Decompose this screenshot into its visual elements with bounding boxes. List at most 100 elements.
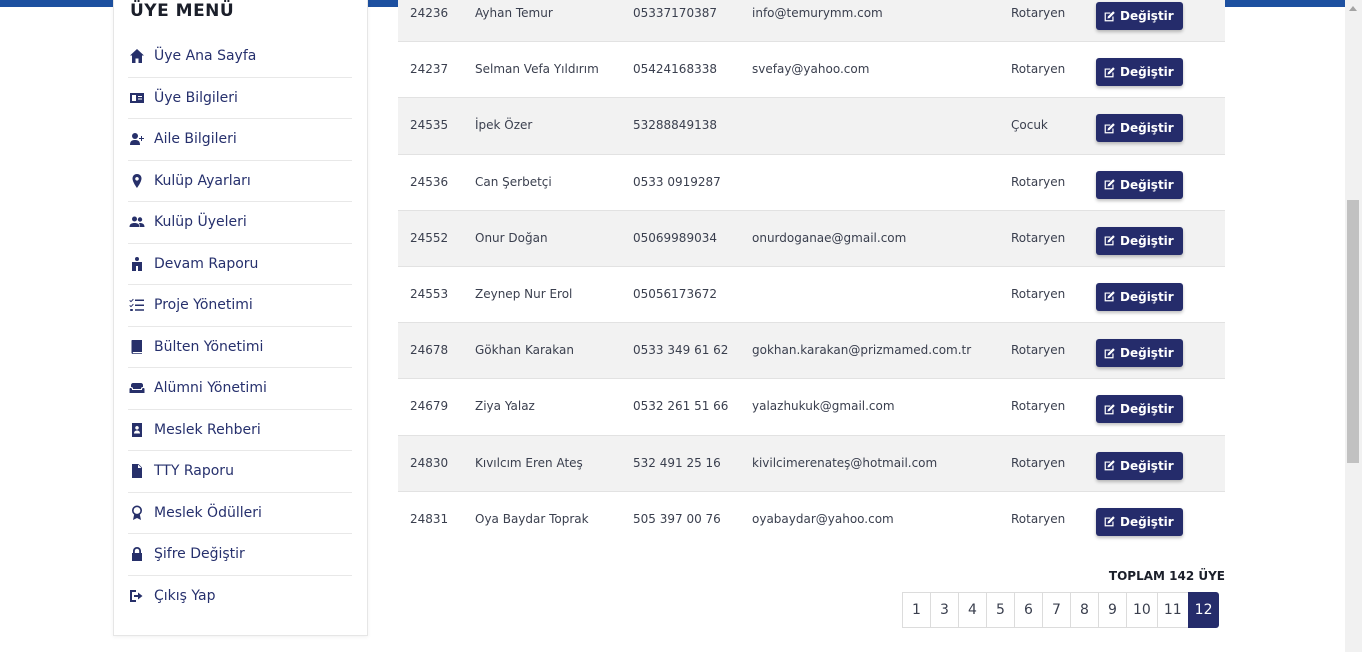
member-phone: 53288849138 [633, 97, 752, 155]
edit-button[interactable]: Değiştir [1096, 2, 1183, 30]
sidebar-item-label: Proje Yönetimi [154, 297, 253, 314]
member-email: info@temurymm.com [752, 0, 1011, 42]
page-10[interactable]: 10 [1126, 592, 1158, 628]
member-phone: 05424168338 [633, 41, 752, 98]
page-3[interactable]: 3 [930, 592, 959, 628]
member-phone: 532 491 25 16 [633, 434, 752, 492]
sidebar-item-2[interactable]: Aile Bilgileri [128, 119, 352, 161]
page-scrollbar[interactable] [1345, 0, 1362, 652]
sidebar-item-label: Üye Ana Sayfa [154, 48, 257, 65]
sidebar-item-9[interactable]: Meslek Rehberi [128, 410, 352, 451]
edit-button-label: Değiştir [1120, 346, 1174, 361]
page-7[interactable]: 7 [1042, 592, 1071, 628]
member-phone: 505 397 00 76 [633, 490, 752, 548]
member-type: Rotaryen [1011, 434, 1096, 492]
sidebar-item-label: Kulüp Ayarları [154, 172, 251, 189]
member-id: 24553 [398, 265, 475, 323]
sidebar-item-4[interactable]: Kulüp Üyeleri [128, 202, 352, 244]
scroll-up-arrow-icon[interactable] [1349, 6, 1357, 11]
edit-button[interactable]: Değiştir [1096, 114, 1183, 143]
sidebar-item-0[interactable]: Üye Ana Sayfa [128, 36, 352, 78]
edit-button[interactable]: Değiştir [1096, 58, 1183, 87]
row-actions: Değiştir [1096, 0, 1225, 42]
member-type: Rotaryen [1011, 153, 1096, 211]
member-name: Kıvılcım Eren Ateş [475, 434, 633, 492]
row-actions: Değiştir [1096, 378, 1225, 435]
member-phone: 05337170387 [633, 0, 752, 42]
edit-button-label: Değiştir [1120, 177, 1174, 192]
page-6[interactable]: 6 [1014, 592, 1043, 628]
sidebar-item-label: Şifre Değiştir [154, 546, 245, 563]
sidebar-item-10[interactable]: TTY Raporu [128, 451, 352, 493]
edit-button[interactable]: Değiştir [1096, 507, 1183, 536]
row-actions: Değiştir [1096, 41, 1225, 98]
sidebar-item-label: Alümni Yönetimi [154, 380, 267, 397]
edit-button[interactable]: Değiştir [1096, 339, 1183, 368]
member-phone: 0533 349 61 62 [633, 322, 752, 379]
couch-icon [128, 380, 146, 396]
sidebar-item-6[interactable]: Proje Yönetimi [128, 285, 352, 327]
edit-icon [1103, 459, 1116, 472]
row-actions: Değiştir [1096, 322, 1225, 379]
page-5[interactable]: 5 [986, 592, 1015, 628]
table-row: 24536 Can Şerbetçi 0533 0919287 Rotaryen Değ… [398, 153, 1225, 211]
member-id: 24535 [398, 97, 475, 155]
table-row: 24830 Kıvılcım Eren Ateş 532 491 25 16 kivi… [398, 434, 1225, 492]
address-book-icon [128, 422, 146, 438]
row-actions: Değiştir [1096, 265, 1225, 323]
sidebar-item-12[interactable]: Şifre Değiştir [128, 534, 352, 576]
edit-icon [1103, 234, 1116, 247]
edit-button[interactable]: Değiştir [1096, 395, 1183, 424]
edit-button[interactable]: Değiştir [1096, 226, 1183, 255]
table-row: 24237 Selman Vefa Yıldırım 05424168338 svef… [398, 41, 1225, 98]
sidebar-item-label: Aile Bilgileri [154, 131, 237, 148]
sidebar-item-8[interactable]: Alümni Yönetimi [128, 368, 352, 410]
edit-button-label: Değiştir [1120, 402, 1174, 417]
sidebar-item-label: Meslek Ödülleri [154, 504, 262, 521]
member-phone: 0533 0919287 [633, 153, 752, 211]
sidebar-item-11[interactable]: Meslek Ödülleri [128, 493, 352, 534]
home-icon [128, 48, 146, 64]
row-actions: Değiştir [1096, 97, 1225, 155]
member-phone: 0532 261 51 66 [633, 378, 752, 435]
table-row: 24553 Zeynep Nur Erol 05056173672 Rotaryen D… [398, 265, 1225, 323]
edit-button[interactable]: Değiştir [1096, 451, 1183, 480]
page-9[interactable]: 9 [1098, 592, 1127, 628]
page-1[interactable]: 1 [902, 592, 931, 628]
edit-icon [1103, 403, 1116, 416]
edit-icon [1103, 178, 1116, 191]
users-icon [128, 214, 146, 230]
sidebar-item-5[interactable]: Devam Raporu [128, 244, 352, 285]
page-12[interactable]: 12 [1187, 592, 1220, 628]
member-id: 24830 [398, 434, 475, 492]
member-phone: 05069989034 [633, 209, 752, 267]
sidebar-item-label: Çıkış Yap [154, 588, 216, 605]
members-table-wrapper: 24236 Ayhan Temur 05337170387 info@temurymm… [398, 0, 1225, 548]
members-table: 24236 Ayhan Temur 05337170387 info@temurymm… [398, 0, 1225, 548]
sidebar-item-13[interactable]: Çıkış Yap [128, 576, 352, 618]
member-email: kivilcimerenateş@hotmail.com [752, 434, 1011, 492]
member-id: 24237 [398, 41, 475, 98]
member-type: Çocuk [1011, 97, 1096, 155]
edit-icon [1103, 347, 1116, 360]
edit-button[interactable]: Değiştir [1096, 282, 1183, 311]
sidebar-item-1[interactable]: Üye Bilgileri [128, 78, 352, 119]
sidebar-item-3[interactable]: Kulüp Ayarları [128, 161, 352, 202]
page-8[interactable]: 8 [1070, 592, 1099, 628]
table-row: 24236 Ayhan Temur 05337170387 info@temurymm… [398, 0, 1225, 42]
sidebar-item-label: Kulüp Üyeleri [154, 214, 247, 231]
page-4[interactable]: 4 [958, 592, 987, 628]
member-type: Rotaryen [1011, 490, 1096, 548]
page-11[interactable]: 11 [1156, 592, 1189, 628]
member-name: Zeynep Nur Erol [475, 265, 633, 323]
row-actions: Değiştir [1096, 434, 1225, 492]
table-row: 24552 Onur Doğan 05069989034 onurdoganae@gm… [398, 209, 1225, 267]
scrollbar-thumb[interactable] [1347, 200, 1359, 463]
edit-button[interactable]: Değiştir [1096, 170, 1183, 199]
row-actions: Değiştir [1096, 209, 1225, 267]
award-icon [128, 505, 146, 521]
member-name: Oya Baydar Toprak [475, 490, 633, 548]
member-sidebar: ÜYE MENÜ Üye Ana Sayfa Üye Bilgileri Aile … [113, 0, 368, 636]
sidebar-item-7[interactable]: Bülten Yönetimi [128, 327, 352, 368]
sidebar-menu: Üye Ana Sayfa Üye Bilgileri Aile Bilgileri… [128, 36, 352, 617]
